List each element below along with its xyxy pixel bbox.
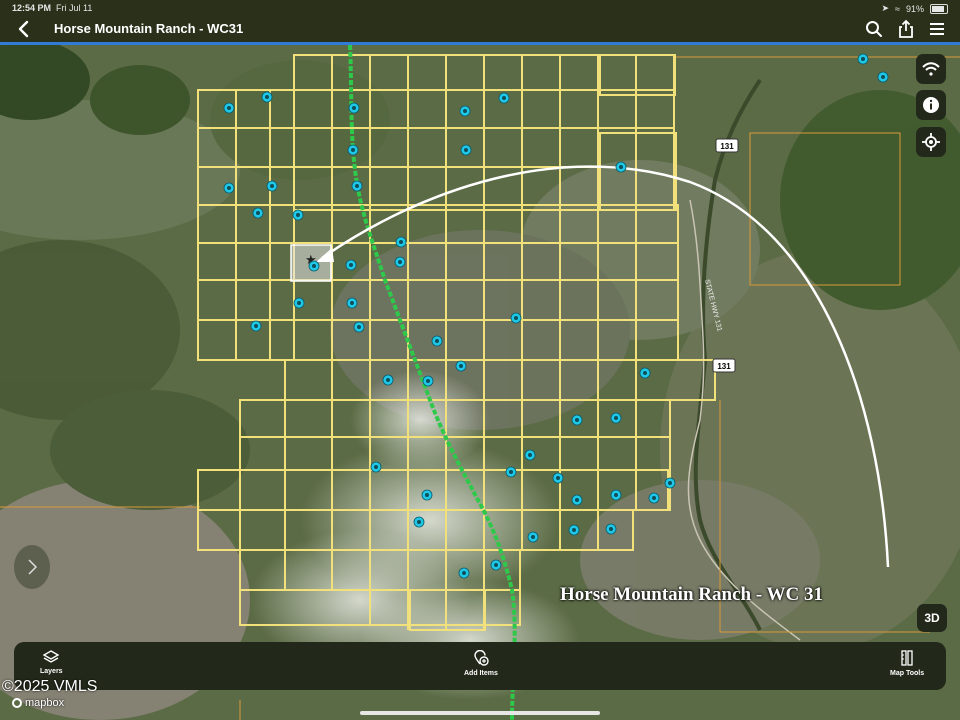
poi-marker-dot	[350, 301, 354, 305]
poi-marker-dot	[462, 571, 466, 575]
mapbox-label: mapbox	[25, 697, 65, 709]
poi-marker-dot	[351, 148, 355, 152]
poi-marker-dot	[426, 379, 430, 383]
locate-icon	[922, 133, 940, 151]
poi-marker-dot	[575, 498, 579, 502]
poi-marker-dot	[643, 371, 647, 375]
page-title: Horse Mountain Ranch - WC31	[54, 21, 244, 36]
poi-marker-dot	[312, 264, 316, 268]
map-view[interactable]: ★ 131 131 STATE HWY 131	[0, 45, 960, 720]
poi-marker-dot	[668, 481, 672, 485]
locate-button[interactable]	[916, 127, 946, 157]
poi-marker-dot	[572, 528, 576, 532]
poi-marker-dot	[357, 325, 361, 329]
poi-marker-dot	[528, 453, 532, 457]
poi-marker-dot	[227, 186, 231, 190]
map-tools-button[interactable]: Map Tools	[890, 650, 924, 677]
poi-marker-dot	[575, 418, 579, 422]
bottom-toolbar: Layers Add Items Map Tools	[14, 642, 946, 690]
poi-marker-dot	[502, 96, 506, 100]
highway-shield-1-label: 131	[720, 142, 734, 151]
poi-marker-dot	[265, 95, 269, 99]
poi-marker-dot	[254, 324, 258, 328]
poi-marker-dot	[652, 496, 656, 500]
status-bar: 12:54 PM Fri Jul 11 ➤ ≈ 91%	[0, 0, 960, 16]
highway-shield-2-label: 131	[717, 362, 731, 371]
poi-marker-dot	[614, 416, 618, 420]
poi-marker-dot	[352, 106, 356, 110]
poi-marker-dot	[459, 364, 463, 368]
status-right: ➤ ≈ 91%	[881, 3, 948, 14]
app-header: Horse Mountain Ranch - WC31	[0, 16, 960, 42]
poi-marker-dot	[881, 75, 885, 79]
poi-marker-dot	[227, 106, 231, 110]
chevron-right-icon	[28, 559, 38, 575]
left-pager-button[interactable]	[14, 545, 50, 589]
poi-marker-dot	[435, 339, 439, 343]
poi-marker-dot	[861, 57, 865, 61]
poi-marker-dot	[614, 493, 618, 497]
poi-marker-dot	[386, 378, 390, 382]
poi-marker-dot	[509, 470, 513, 474]
wifi-status-icon: ≈	[895, 3, 900, 14]
mapbox-attribution[interactable]: mapbox	[12, 697, 64, 709]
status-date: Fri Jul 11	[56, 3, 93, 13]
location-icon: ➤	[881, 3, 890, 13]
poi-marker-dot	[374, 465, 378, 469]
poi-marker-dot	[514, 316, 518, 320]
map-tools-icon	[901, 650, 913, 666]
add-items-label: Add Items	[464, 670, 498, 677]
ranch-label: Horse Mountain Ranch - WC 31	[560, 584, 824, 605]
poi-marker-dot	[355, 184, 359, 188]
poi-marker-dot	[425, 493, 429, 497]
info-icon	[923, 97, 939, 113]
poi-marker-dot	[417, 520, 421, 524]
battery-icon	[930, 3, 948, 14]
wifi-button[interactable]	[916, 54, 946, 84]
layers-label: Layers	[40, 668, 63, 675]
poi-marker-dot	[296, 213, 300, 217]
add-location-icon	[474, 650, 489, 666]
view-3d-button[interactable]: 3D	[917, 604, 947, 632]
poi-marker-dot	[619, 165, 623, 169]
mapbox-logo-icon	[12, 698, 22, 708]
highway-shield-1: 131	[715, 138, 739, 153]
layers-icon	[43, 650, 60, 663]
poi-marker-dot	[297, 301, 301, 305]
poi-marker-dot	[398, 260, 402, 264]
home-indicator	[360, 711, 600, 715]
search-icon[interactable]	[864, 19, 884, 39]
highway-shield-2: 131	[712, 358, 736, 373]
copyright-text: ©2025 VMLS	[2, 678, 98, 695]
menu-icon[interactable]	[927, 19, 947, 39]
poi-marker-dot	[270, 184, 274, 188]
poi-marker-dot	[256, 211, 260, 215]
add-items-button[interactable]: Add Items	[464, 650, 498, 677]
poi-marker-dot	[464, 148, 468, 152]
poi-marker-dot	[609, 527, 613, 531]
back-icon[interactable]	[16, 20, 32, 38]
layers-button[interactable]: Layers	[40, 650, 63, 675]
battery-percent: 91%	[905, 3, 924, 14]
poi-marker-dot	[349, 263, 353, 267]
poi-marker-dot	[494, 563, 498, 567]
info-button[interactable]	[916, 90, 946, 120]
poi-marker-dot	[531, 535, 535, 539]
wifi-icon	[922, 62, 940, 76]
map-canvas[interactable]: ★ 131 131 STATE HWY 131	[0, 45, 960, 720]
poi-marker-dot	[463, 109, 467, 113]
status-time: 12:54 PM	[12, 3, 52, 13]
poi-marker-dot	[556, 476, 560, 480]
poi-marker-dot	[399, 240, 403, 244]
map-tools-label: Map Tools	[890, 670, 925, 677]
share-icon[interactable]	[896, 19, 916, 39]
